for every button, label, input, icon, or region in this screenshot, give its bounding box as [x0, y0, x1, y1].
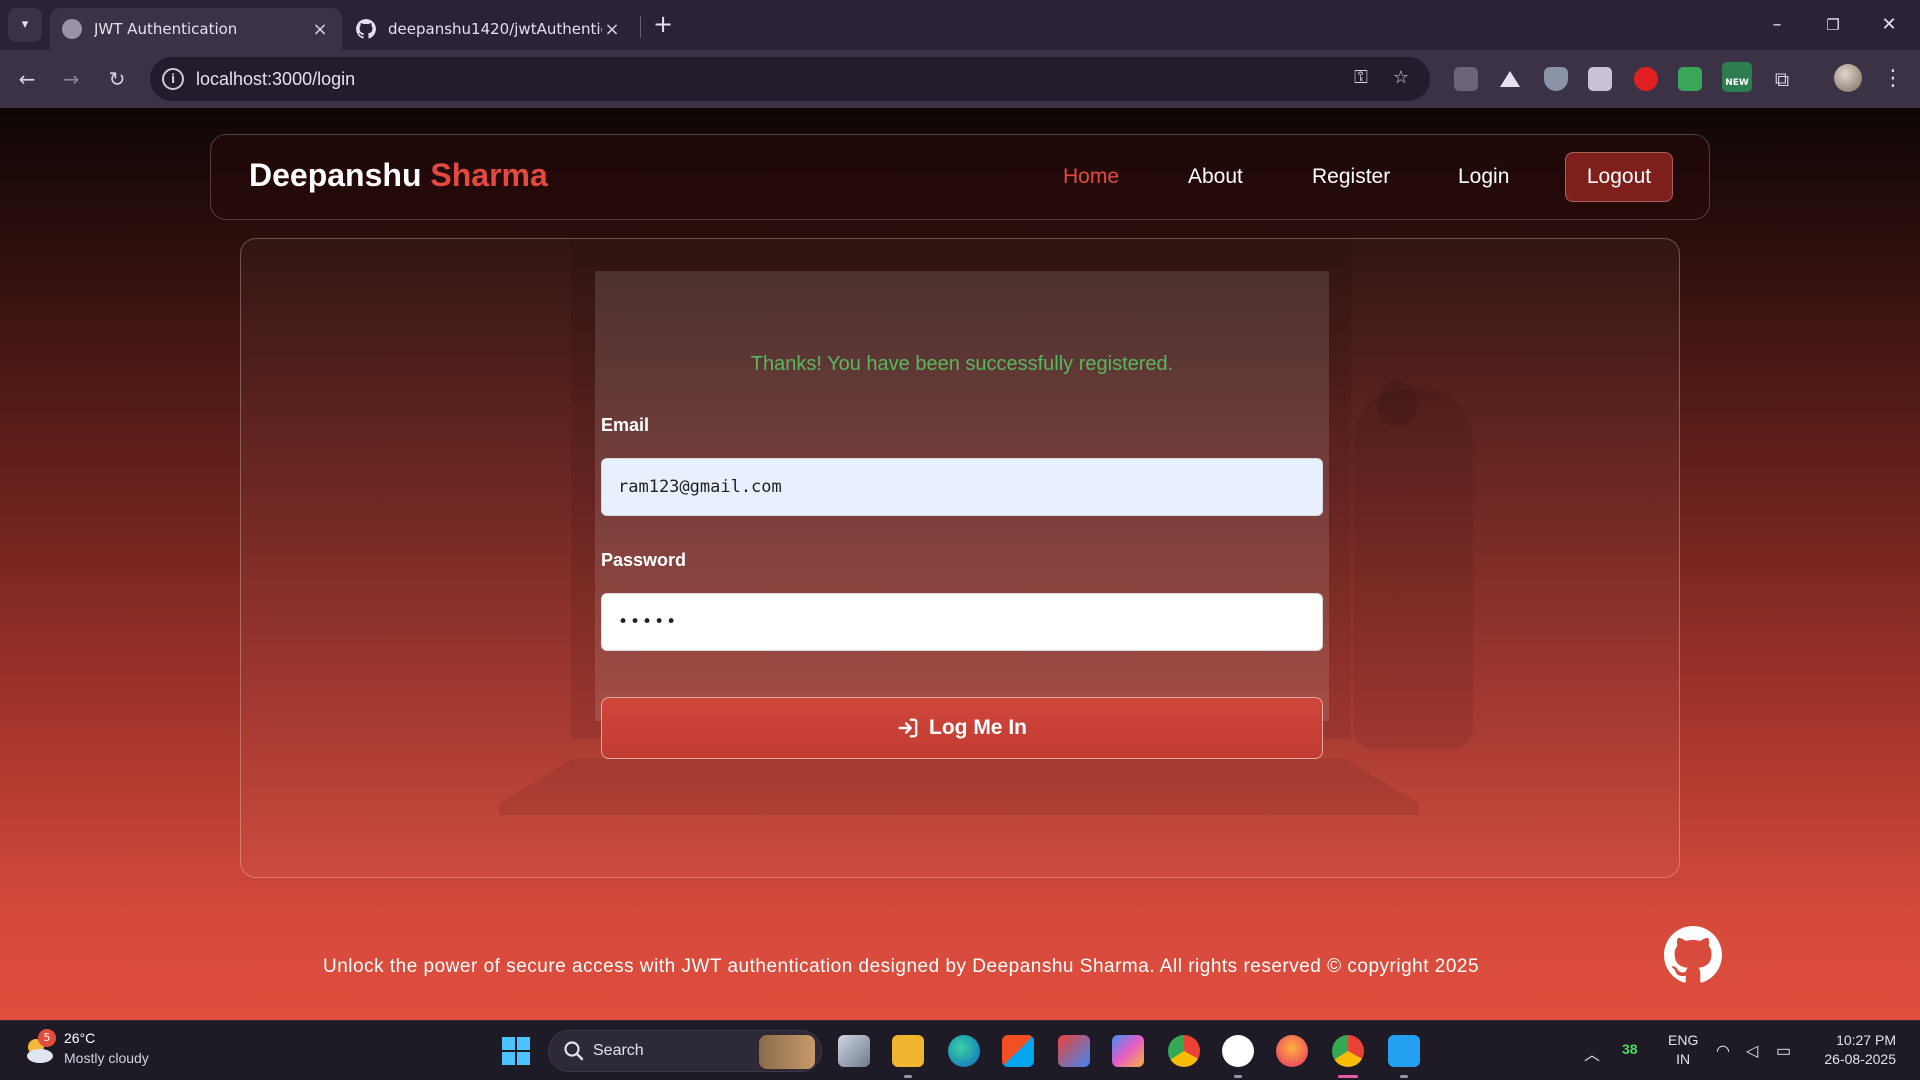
app-active-indicator: [1338, 1075, 1358, 1078]
gmail-icon[interactable]: [1058, 1035, 1090, 1067]
log-me-in-button[interactable]: Log Me In: [601, 697, 1323, 759]
extension-cast-icon[interactable]: [1588, 67, 1612, 91]
window-close-icon[interactable]: ✕: [1866, 8, 1912, 42]
tray-chevron-up-icon[interactable]: ︿: [1584, 1041, 1600, 1065]
sign-in-icon: [898, 718, 918, 738]
laptop-base-illustration: [499, 759, 1419, 815]
brand-logo[interactable]: Deepanshu Sharma: [249, 157, 548, 194]
close-icon[interactable]: ×: [310, 19, 330, 40]
reload-icon[interactable]: ↻: [100, 62, 134, 96]
minimize-icon[interactable]: –: [1754, 8, 1800, 42]
person-illustration: [1353, 389, 1473, 749]
language-code: ENG: [1668, 1032, 1699, 1048]
tab-divider: [640, 16, 641, 38]
brand-last-name: Sharma: [430, 157, 548, 193]
forward-arrow-icon[interactable]: →: [54, 62, 88, 96]
chatgpt-icon[interactable]: [1222, 1035, 1254, 1067]
file-explorer-icon[interactable]: [892, 1035, 924, 1067]
tray-counter[interactable]: 38: [1622, 1041, 1638, 1057]
email-label: Email: [601, 415, 650, 435]
nav-link-about[interactable]: About: [1188, 165, 1243, 189]
back-arrow-icon[interactable]: ←: [10, 62, 44, 96]
site-navbar: Deepanshu Sharma Home About Register Log…: [210, 134, 1710, 220]
nav-link-login[interactable]: Login: [1458, 165, 1509, 189]
github-icon[interactable]: [1664, 926, 1722, 984]
page-content: Deepanshu Sharma Home About Register Log…: [0, 108, 1920, 1020]
extensions-puzzle-icon[interactable]: ⧉: [1770, 67, 1794, 91]
tab-jwt-authentication[interactable]: JWT Authentication ×: [50, 8, 342, 50]
logout-button[interactable]: Logout: [1565, 152, 1673, 202]
password-field[interactable]: •••••: [601, 593, 1323, 651]
volume-icon[interactable]: ◁: [1746, 1041, 1758, 1061]
search-highlight-image: [759, 1035, 815, 1069]
search-placeholder: Search: [593, 1042, 644, 1059]
password-label: Password: [601, 550, 687, 570]
edge-browser-icon[interactable]: [948, 1035, 980, 1067]
app-running-indicator: [1400, 1075, 1408, 1078]
login-card: Thanks! You have been successfully regis…: [240, 238, 1680, 878]
clock-time: 10:27 PM: [1836, 1032, 1896, 1048]
person-head-illustration: [1377, 381, 1417, 427]
key-icon[interactable]: ⚿: [1348, 67, 1374, 91]
clock-date: 26-08-2025: [1824, 1051, 1896, 1067]
battery-icon[interactable]: ▭: [1776, 1041, 1791, 1061]
more-menu-icon[interactable]: ⋮: [1880, 62, 1906, 96]
url-text[interactable]: localhost:3000/login: [196, 69, 355, 90]
region-code: IN: [1676, 1051, 1691, 1067]
new-tab-plus-icon[interactable]: +: [648, 10, 678, 40]
browser-toolbar: ← → ↻ i localhost:3000/login ⚿ ☆ NEW ⧉ ⋮: [0, 50, 1920, 108]
chrome-profile-icon[interactable]: [1332, 1035, 1364, 1067]
extension-new-badge-icon[interactable]: NEW: [1722, 62, 1752, 92]
brand-first-name: Deepanshu: [249, 157, 422, 193]
weather-alert-badge: 5: [38, 1029, 56, 1047]
weather-temperature[interactable]: 26°C: [64, 1030, 95, 1046]
task-view-icon[interactable]: [838, 1035, 870, 1067]
vscode-icon[interactable]: [1388, 1035, 1420, 1067]
extension-mountain-icon[interactable]: [1498, 67, 1522, 91]
wifi-icon[interactable]: ◠: [1716, 1041, 1730, 1061]
taskbar-search[interactable]: Search: [548, 1030, 822, 1072]
restore-icon[interactable]: ❐: [1810, 8, 1856, 42]
copilot-icon[interactable]: [1112, 1035, 1144, 1067]
site-info-icon[interactable]: i: [162, 68, 184, 90]
tab-search-chevron-icon[interactable]: ▾: [8, 8, 42, 42]
app-running-indicator: [1234, 1075, 1242, 1078]
nav-link-register[interactable]: Register: [1312, 165, 1390, 189]
weather-description[interactable]: Mostly cloudy: [64, 1050, 149, 1066]
close-icon[interactable]: ×: [602, 19, 622, 40]
extension-shield-icon[interactable]: [1544, 67, 1568, 91]
windows-taskbar: 5 26°C Mostly cloudy Search ︿ 38 ENG IN …: [0, 1020, 1920, 1080]
github-icon: [356, 19, 376, 39]
clock[interactable]: 10:27 PM 26-08-2025: [1816, 1031, 1896, 1069]
extension-tab-manager-icon[interactable]: [1454, 67, 1478, 91]
chrome-icon[interactable]: [1168, 1035, 1200, 1067]
star-bookmark-icon[interactable]: ☆: [1388, 67, 1414, 91]
tab-title: deepanshu1420/jwtAuthenticat: [388, 20, 602, 38]
profile-avatar[interactable]: [1834, 64, 1862, 92]
nav-link-home[interactable]: Home: [1063, 165, 1119, 189]
log-me-in-label: Log Me In: [929, 716, 1027, 739]
extension-red-hand-icon[interactable]: [1634, 67, 1658, 91]
firefox-icon[interactable]: [1276, 1035, 1308, 1067]
browser-tab-strip: ▾ JWT Authentication × deepanshu1420/jwt…: [0, 0, 1920, 50]
search-icon: [564, 1041, 584, 1061]
email-field[interactable]: ram123@gmail.com: [601, 458, 1323, 516]
globe-icon: [62, 19, 82, 39]
app-running-indicator: [904, 1075, 912, 1078]
extension-green-icon[interactable]: [1678, 67, 1702, 91]
address-bar[interactable]: i localhost:3000/login ⚿ ☆: [150, 57, 1430, 101]
footer-text: Unlock the power of secure access with J…: [323, 956, 1480, 977]
tab-title: JWT Authentication: [94, 20, 238, 38]
success-message: Thanks! You have been successfully regis…: [750, 353, 1174, 375]
windows-start-icon[interactable]: [502, 1037, 530, 1065]
microsoft-store-icon[interactable]: [1002, 1035, 1034, 1067]
language-indicator[interactable]: ENG IN: [1668, 1031, 1698, 1069]
tab-github-repo[interactable]: deepanshu1420/jwtAuthenticat ×: [344, 8, 634, 50]
